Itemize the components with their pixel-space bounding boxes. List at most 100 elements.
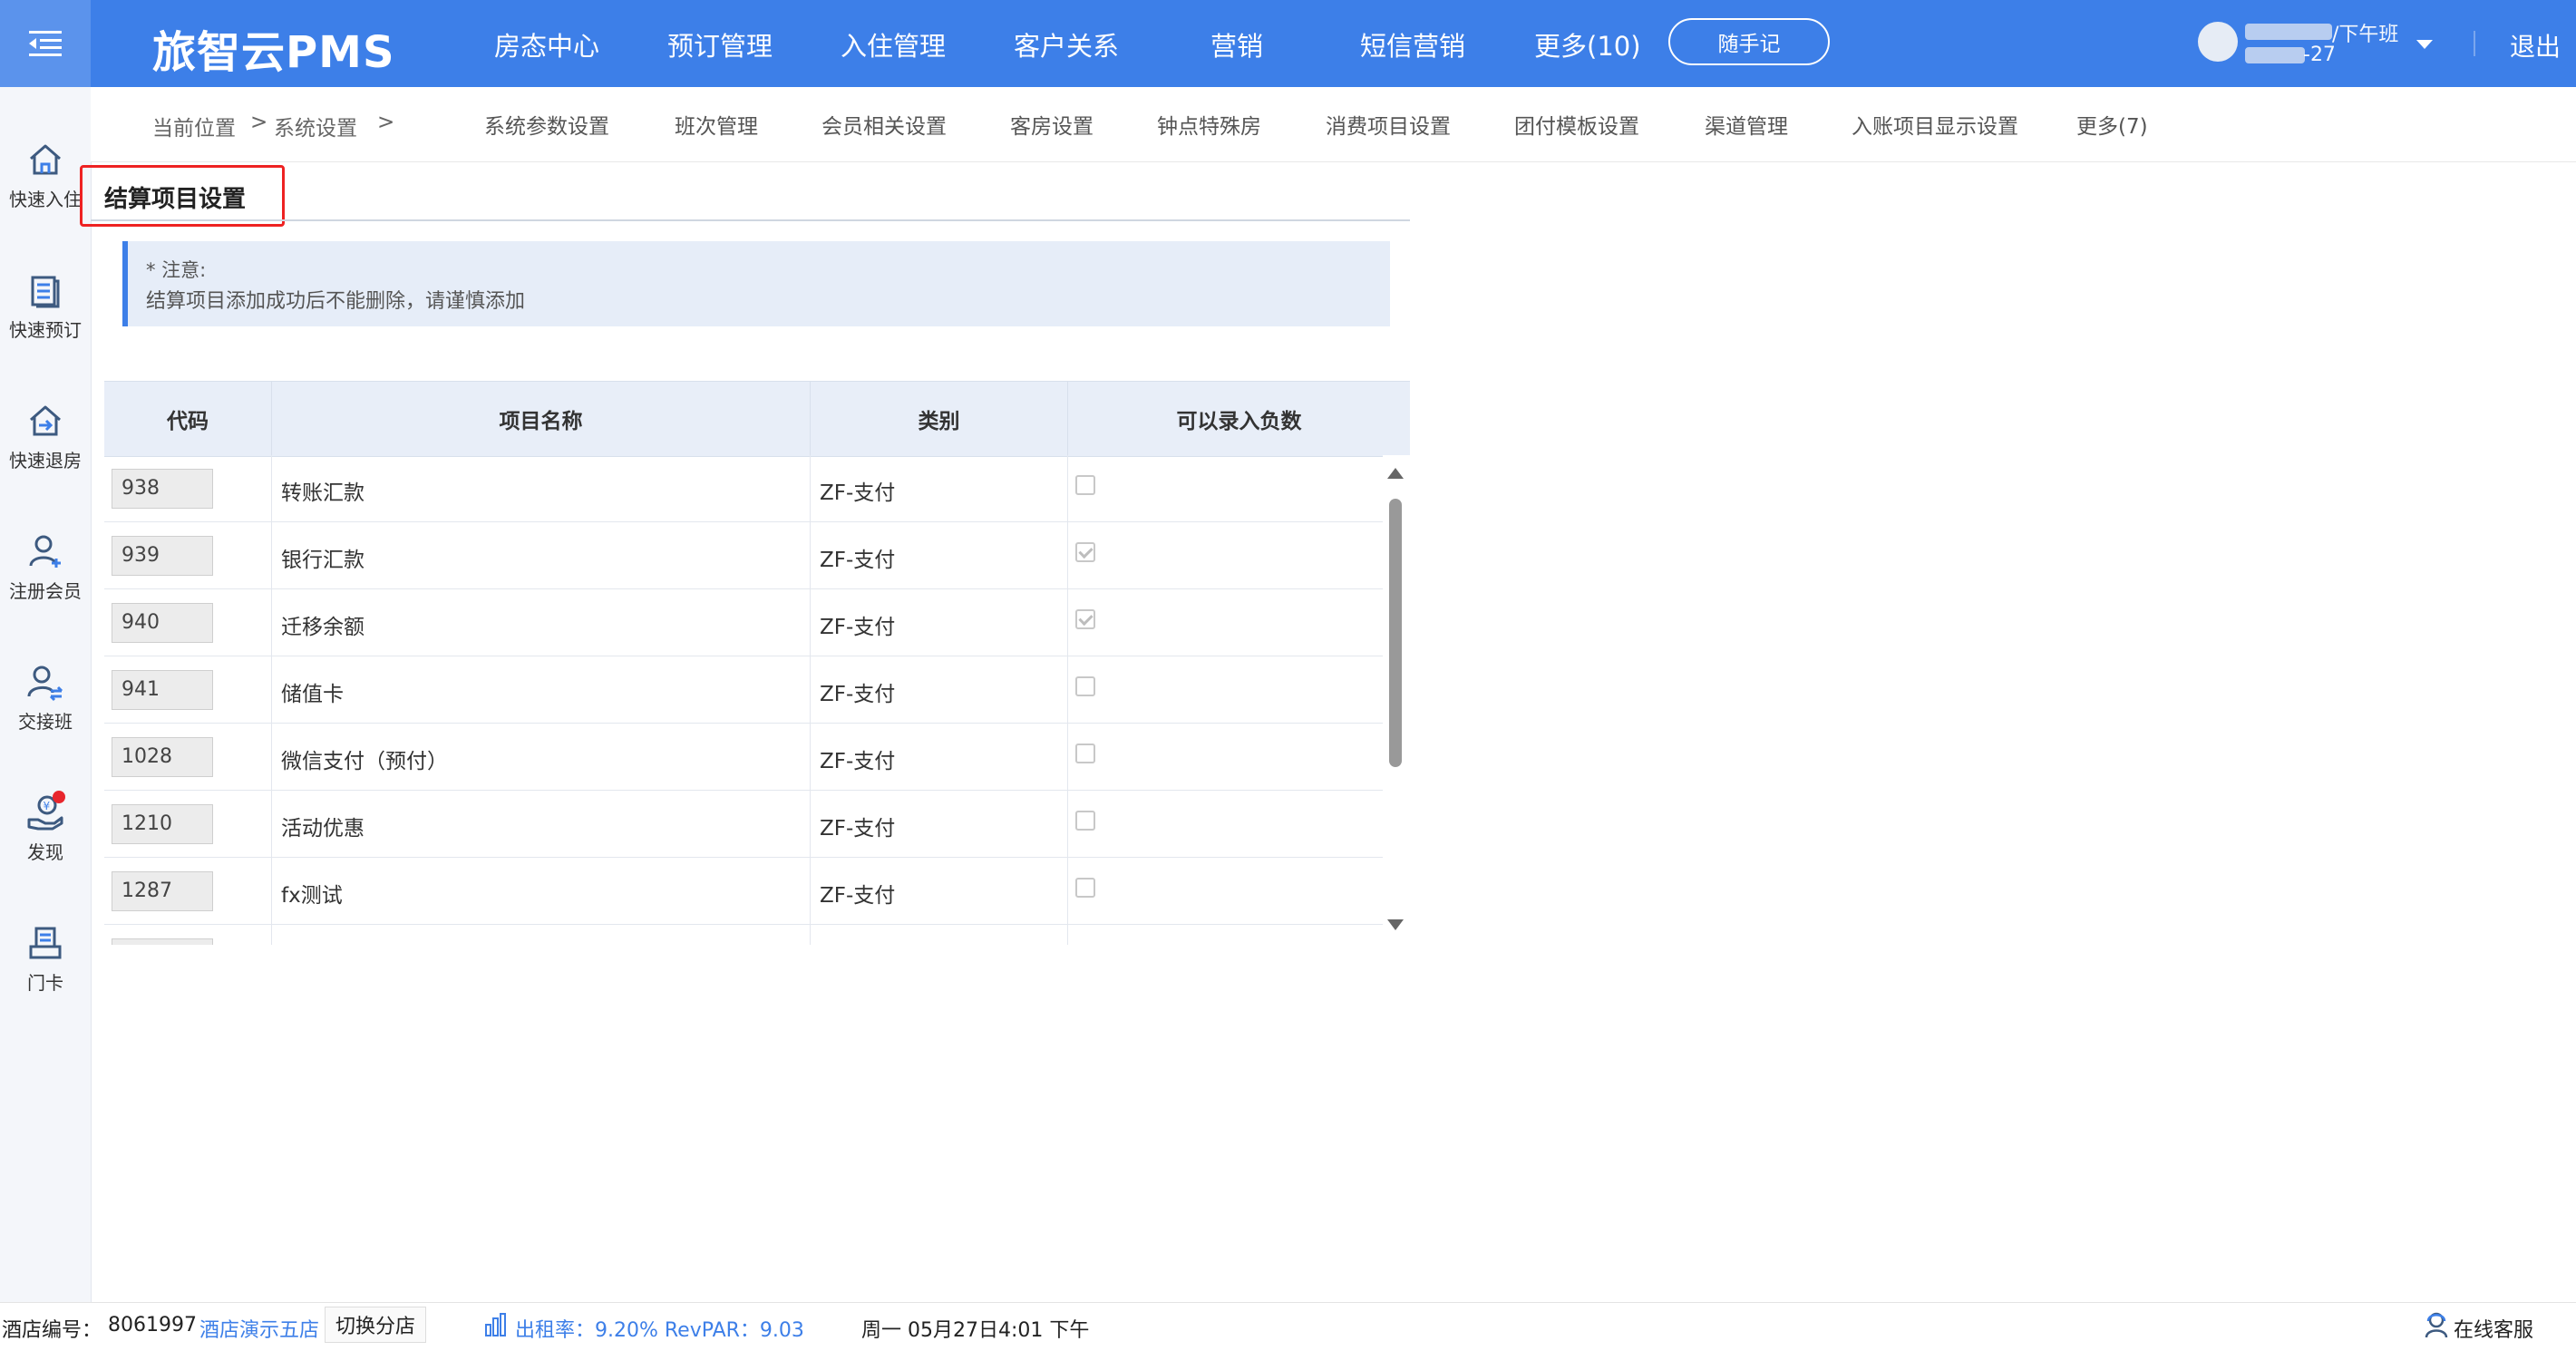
menu-collapse-icon [29,31,62,56]
nav-reservation[interactable]: 预订管理 [667,25,773,63]
item-category: ZF-支付 [820,683,896,706]
chevron-down-icon[interactable] [2416,40,2433,49]
tab-consumption-items[interactable]: 消费项目设置 [1326,109,1451,140]
negative-cell [1068,455,1383,522]
sidebar-item-shift-handover[interactable]: 交接班 [0,662,91,734]
section-title: 结算项目设置 [80,165,285,227]
sidebar-item-label: 快速预订 [9,319,82,341]
negative-cell [1068,724,1383,791]
code-field[interactable] [112,938,213,945]
code-cell [104,925,272,945]
allow-negative-checkbox[interactable] [1075,542,1095,562]
tab-channel-management[interactable]: 渠道管理 [1705,109,1788,140]
booking-list-icon [31,276,60,308]
allow-negative-checkbox[interactable] [1075,878,1095,898]
current-datetime: 周一 05月27日4:01 下午 [861,1319,1090,1342]
code-cell: 939 [104,522,272,589]
table-row[interactable]: 938 转账汇款 ZF-支付 [104,455,1383,522]
memo-button[interactable]: 随手记 [1668,18,1830,65]
nav-checkin[interactable]: 入住管理 [841,25,946,63]
item-name: 转账汇款 [281,481,365,505]
sidebar-item-quick-checkin[interactable]: 快速入住 [0,140,91,211]
scroll-up-arrow-icon[interactable] [1387,468,1404,479]
code-field[interactable]: 938 [112,469,213,509]
name-cell: 银行汇款 [272,522,811,589]
tab-room-settings[interactable]: 客房设置 [1010,109,1094,140]
switch-store-button[interactable]: 切换分店 [325,1307,426,1343]
svg-text:¥: ¥ [44,800,51,812]
table-header: 代码 项目名称 类别 可以录入负数 [104,381,1410,457]
tab-more[interactable]: 更多(7) [2076,109,2148,140]
online-service-link[interactable]: 在线客服 [2454,1314,2533,1343]
user-date-blurred [2245,47,2305,63]
column-header-category: 类别 [811,382,1068,456]
scroll-down-arrow-icon[interactable] [1387,919,1404,930]
code-field[interactable]: 1028 [112,737,213,777]
item-name: fx测试 [281,884,343,908]
allow-negative-checkbox[interactable] [1075,609,1095,629]
tab-posting-display[interactable]: 入账项目显示设置 [1852,109,2018,140]
allow-negative-checkbox[interactable] [1075,676,1095,696]
negative-cell [1068,522,1383,589]
sidebar-item-quick-checkout[interactable]: 快速退房 [0,401,91,472]
allow-negative-checkbox[interactable] [1075,811,1095,831]
allow-negative-checkbox[interactable] [1075,744,1095,763]
table-row[interactable]: 1287 fx测试 ZF-支付 [104,858,1383,925]
breadcrumb-current[interactable]: 系统设置 [274,111,357,141]
code-field[interactable]: 1210 [112,804,213,844]
tab-hourly-room[interactable]: 钟点特殊房 [1157,109,1261,140]
code-field[interactable]: 1287 [112,871,213,911]
nav-customer[interactable]: 客户关系 [1014,25,1119,63]
category-cell: ZF-支付 [811,724,1068,791]
hotel-name-link[interactable]: 酒店演示五店 [199,1314,319,1343]
tab-shift-management[interactable]: 班次管理 [675,109,758,140]
sidebar-item-door-card[interactable]: 门卡 [0,923,91,995]
item-name: 迁移余额 [281,616,365,639]
sidebar-item-discover[interactable]: ¥ 发现 [0,791,91,864]
shift-handover-icon [27,666,63,702]
item-category: ZF-支付 [820,616,896,639]
code-field[interactable]: 940 [112,603,213,643]
tab-system-params[interactable]: 系统参数设置 [484,109,609,140]
item-category: ZF-支付 [820,817,896,841]
logout-button[interactable]: 退出 [2510,27,2561,63]
name-cell: 储值卡 [272,656,811,724]
user-name-blurred [2245,24,2332,40]
menu-toggle-button[interactable] [0,0,91,87]
sidebar-item-label: 注册会员 [9,580,82,602]
code-field[interactable]: 939 [112,536,213,576]
table-row[interactable]: 940 迁移余额 ZF-支付 [104,589,1383,656]
item-name: 活动优惠 [281,817,365,841]
nav-sms-marketing[interactable]: 短信营销 [1360,25,1465,63]
category-cell: ZF-支付 [811,455,1068,522]
negative-cell [1068,656,1383,724]
item-name: 银行汇款 [281,549,365,572]
table-row[interactable]: 1028 微信支付（预付） ZF-支付 [104,724,1383,791]
table-body[interactable]: 938 转账汇款 ZF-支付 939 银行汇款 ZF-支付 940 迁移余额 ZF-支付 941 储… [104,455,1383,945]
item-name: 储值卡 [281,683,344,706]
sidebar-item-label: 快速入住 [9,189,82,210]
item-name: 微信支付（预付） [281,750,448,773]
nav-room-status[interactable]: 房态中心 [494,25,599,63]
column-header-allow-negative: 可以录入负数 [1176,410,1302,433]
name-cell: 活动优惠 [272,791,811,858]
table-row[interactable]: 941 储值卡 ZF-支付 [104,656,1383,724]
code-field[interactable]: 941 [112,670,213,710]
allow-negative-checkbox[interactable] [1075,475,1095,495]
sidebar-item-quick-booking[interactable]: 快速预订 [0,270,91,342]
nav-marketing[interactable]: 营销 [1210,25,1263,63]
table-row[interactable]: 939 银行汇款 ZF-支付 [104,522,1383,589]
divider [91,219,1410,221]
tab-group-template[interactable]: 团付模板设置 [1514,109,1639,140]
sidebar-item-label: 发现 [27,841,63,863]
code-cell: 938 [104,455,272,522]
nav-more[interactable]: 更多(10) [1534,25,1641,63]
category-cell [811,925,1068,945]
scrollbar-thumb[interactable] [1389,499,1402,767]
column-header-code: 代码 [104,382,272,456]
avatar[interactable] [2198,22,2238,62]
table-row[interactable]: 1210 活动优惠 ZF-支付 [104,791,1383,858]
tab-member-settings[interactable]: 会员相关设置 [821,109,947,140]
hotel-id-label: 酒店编号： [2,1319,102,1342]
sidebar-item-register-member[interactable]: 注册会员 [0,531,91,603]
